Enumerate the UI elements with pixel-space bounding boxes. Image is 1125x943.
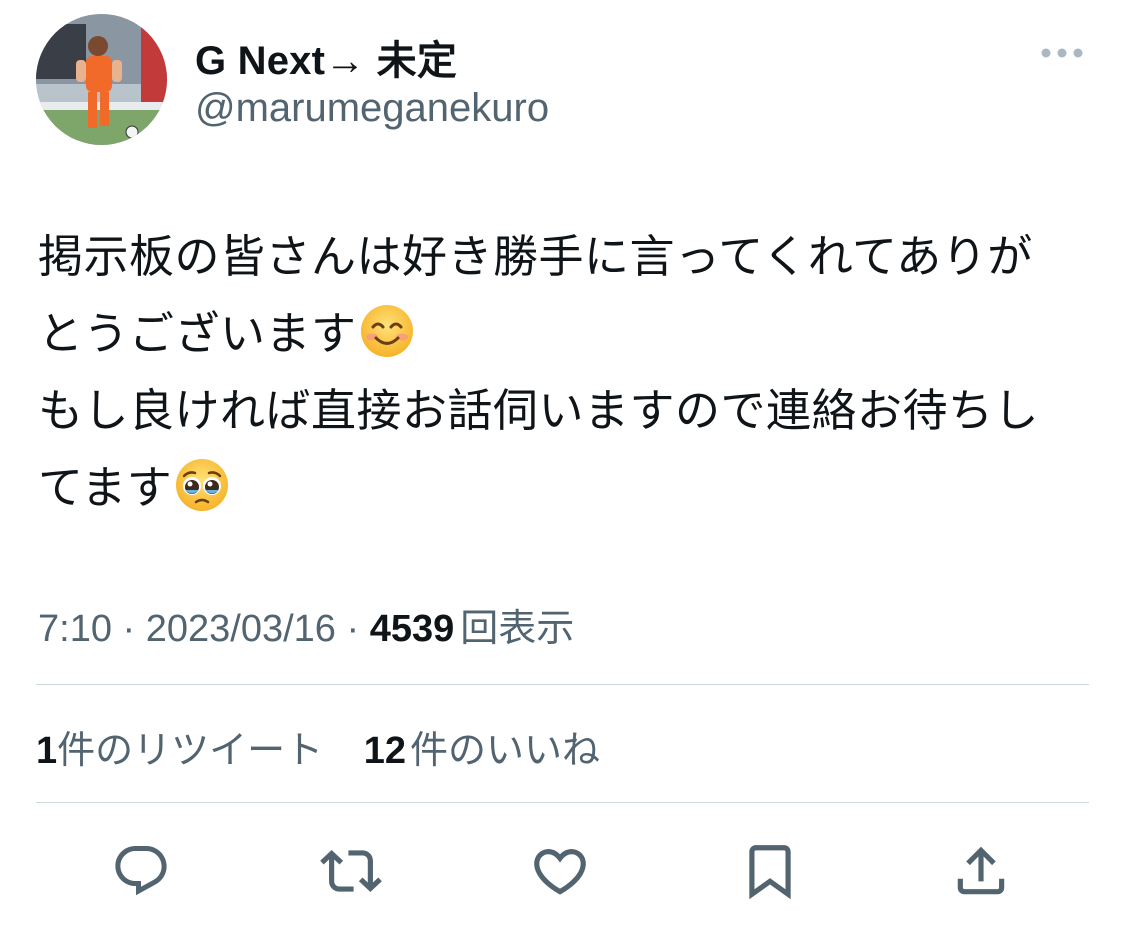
avatar-photo [36,14,167,145]
bookmark-button[interactable] [735,836,805,906]
retweet-icon [320,850,382,892]
tweet-text-line: もし良ければ直接お話伺いますので連絡お待ちし [38,372,1093,449]
retweets-label: 件のリツイート [57,730,324,772]
retweets-count: 1 [36,730,58,772]
tweet-text-line: てます [38,449,1093,526]
meta-separator: · [111,608,146,650]
views-label: 回表示 [460,608,575,650]
more-icon [1041,48,1083,58]
more-options-button[interactable] [1036,36,1088,70]
user-handle[interactable]: @marumeganekuro [195,86,549,131]
tweet-time[interactable]: 7:10 [38,608,112,650]
divider [36,684,1089,685]
tweet-text-line: とうございます [38,295,1093,372]
tweet-text-segment: もし良ければ直接お話伺いますので連絡お待ちし [38,385,1040,436]
retweets-stat[interactable]: 1件のリツイート [36,730,323,772]
tweet-text: 掲示板の皆さんは好き勝手に言ってくれてありが とうございます もし良ければ直接お… [38,218,1093,526]
pleading-face-emoji [176,459,229,511]
likes-count: 12 [363,730,406,772]
likes-stat[interactable]: 12 件のいいね [364,730,600,772]
reply-button[interactable] [106,836,176,906]
action-bar [0,836,1125,906]
retweet-button[interactable] [316,836,386,906]
tweet-text-segment: とうございます [38,308,357,359]
tweet-meta: 7:10 · 2023/03/16 · 4539 回表示 [38,597,574,652]
tweet-text-segment: てます [38,462,173,513]
likes-label: 件のいいね [410,730,601,772]
share-button[interactable] [946,836,1016,906]
meta-separator: · [335,608,370,650]
bookmark-icon [749,845,791,900]
tweet-detail: G Next→ 未定 @marumeganekuro 掲示板の皆さんは好き勝手に… [0,0,1125,943]
reply-icon [115,846,167,896]
like-button[interactable] [525,836,595,906]
smiling-face-emoji [360,305,413,357]
tweet-text-segment: 掲示板の皆さんは好き勝手に言ってくれてありが [38,231,1033,282]
display-name[interactable]: G Next→ 未定 [195,28,457,86]
tweet-stats: 1件のリツイート 12 件のいいね [36,719,630,774]
views-count[interactable]: 4539 [370,608,455,650]
share-icon [957,846,1005,895]
divider [36,802,1089,803]
tweet-date[interactable]: 2023/03/16 [146,608,336,650]
heart-icon [534,849,586,895]
tweet-text-line: 掲示板の皆さんは好き勝手に言ってくれてありが [38,218,1093,295]
avatar[interactable] [36,14,167,145]
